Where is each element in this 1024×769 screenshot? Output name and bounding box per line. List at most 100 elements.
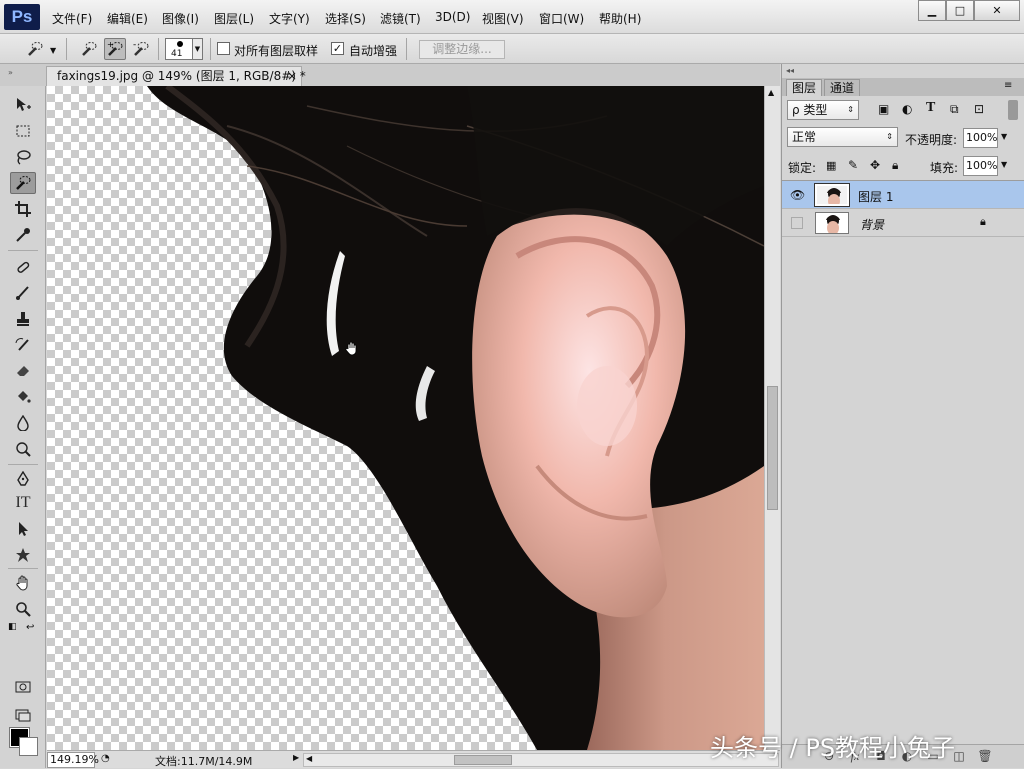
dodge-tool-icon[interactable] <box>10 438 36 460</box>
auto-enhance-checkbox[interactable]: ✓ <box>331 42 344 55</box>
trash-icon[interactable]: 🗑︎ <box>976 749 994 765</box>
layer-filter-select[interactable]: ρ 类型 ⇕ <box>787 100 859 120</box>
pen-tool-icon[interactable] <box>10 468 36 490</box>
minimize-button[interactable]: ▁ <box>918 0 946 21</box>
auto-enhance-label: 自动增强 <box>349 44 398 58</box>
clone-stamp-tool-icon[interactable] <box>10 308 36 330</box>
menu-edit[interactable]: 编辑(E) <box>107 10 148 27</box>
refine-edge-button[interactable]: 调整边缘... <box>419 40 505 59</box>
filter-type-icon[interactable]: T <box>926 100 935 116</box>
photo-layer-image <box>147 86 764 750</box>
menu-type[interactable]: 文字(Y) <box>269 10 310 27</box>
horizontal-scrollbar[interactable]: ◀ <box>303 753 779 767</box>
quick-select-preset-icon[interactable] <box>24 38 46 60</box>
opacity-dropdown-icon[interactable]: ▼ <box>1001 132 1007 141</box>
watermark-text: 头条号 / PS教程小兔子 <box>710 734 956 762</box>
collapse-panel-icon[interactable]: ◂◂ <box>786 66 794 75</box>
fill-dropdown-icon[interactable]: ▼ <box>1001 160 1007 169</box>
marquee-tool-icon[interactable] <box>10 120 36 142</box>
quick-selection-tool-icon[interactable] <box>10 172 36 194</box>
filter-image-icon[interactable]: ▣ <box>878 102 889 116</box>
menu-help[interactable]: 帮助(H) <box>599 10 641 27</box>
zoom-level-field[interactable]: 149.19% <box>47 752 99 768</box>
opacity-input[interactable]: 100% <box>963 128 998 148</box>
document-tab-title: faxings19.jpg @ 149% (图层 1, RGB/8#) * <box>57 69 306 83</box>
crop-tool-icon[interactable] <box>10 198 36 220</box>
document-canvas[interactable] <box>47 86 764 750</box>
chevron-down-icon[interactable]: ▼ <box>50 46 56 55</box>
menu-image[interactable]: 图像(I) <box>162 10 199 27</box>
menu-3d[interactable]: 3D(D) <box>435 10 470 24</box>
move-tool-icon[interactable] <box>10 94 36 116</box>
background-color-swatch[interactable] <box>19 737 38 756</box>
eye-icon[interactable]: 👁︎ <box>790 188 805 202</box>
panel-menu-icon[interactable]: ≡ <box>1004 80 1012 91</box>
add-to-selection-icon[interactable]: + <box>104 38 126 60</box>
menu-window[interactable]: 窗口(W) <box>539 10 584 27</box>
fill-input[interactable]: 100% <box>963 156 998 176</box>
close-button[interactable]: ✕ <box>974 0 1020 21</box>
layer-name: 图层 1 <box>858 190 894 204</box>
menu-layer[interactable]: 图层(L) <box>214 10 254 27</box>
svg-text:-: - <box>133 40 136 50</box>
menu-filter[interactable]: 滤镜(T) <box>380 10 421 27</box>
collapse-toolbox-icon[interactable]: » <box>8 68 13 77</box>
lock-pixels-icon[interactable]: ✎ <box>848 158 858 172</box>
document-tab-bar: » faxings19.jpg @ 149% (图层 1, RGB/8#) * … <box>0 64 780 86</box>
screen-mode-icon[interactable] <box>10 704 36 726</box>
eyedropper-tool-icon[interactable] <box>10 224 36 246</box>
vertical-scroll-thumb[interactable] <box>767 386 778 510</box>
zoom-tool-icon[interactable] <box>10 598 36 620</box>
lock-transparency-icon[interactable]: ▦ <box>826 159 836 172</box>
quick-mask-icon[interactable] <box>10 676 36 698</box>
status-menu-arrow-icon[interactable]: ▶ <box>293 753 299 762</box>
filter-toggle-switch[interactable] <box>1008 100 1018 120</box>
visibility-toggle-empty[interactable] <box>791 217 803 229</box>
filter-adjustment-icon[interactable]: ◐ <box>902 102 912 116</box>
layer-row[interactable]: 背景 🔒︎ <box>782 209 1024 237</box>
close-tab-icon[interactable]: × <box>287 67 297 86</box>
tab-layers[interactable]: 图层 <box>786 79 823 96</box>
divider <box>8 464 38 465</box>
maximize-button[interactable]: □ <box>946 0 974 21</box>
lock-position-icon[interactable]: ✥ <box>870 158 880 172</box>
chevron-updown-icon: ⇕ <box>847 105 854 114</box>
lock-all-icon[interactable]: 🔒︎ <box>892 158 898 173</box>
document-tab[interactable]: faxings19.jpg @ 149% (图层 1, RGB/8#) * × <box>46 66 306 86</box>
scroll-left-icon[interactable]: ◀ <box>306 754 312 763</box>
default-colors-icon[interactable]: ◧ <box>8 622 17 632</box>
brush-size-picker[interactable]: 41 <box>165 38 193 60</box>
path-selection-tool-icon[interactable] <box>10 518 36 540</box>
scroll-up-icon[interactable]: ▲ <box>768 88 774 97</box>
brush-tool-icon[interactable] <box>10 282 36 304</box>
swap-colors-icon[interactable]: ↩ <box>26 622 34 633</box>
layers-panel: ◂◂ 图层 通道 ≡ ρ 类型 ⇕ ▣ ◐ T ⧉ ⊡ 正常 ⇕ 不透明度: 1… <box>781 64 1024 768</box>
status-info-icon[interactable]: ◔ <box>101 753 110 764</box>
healing-brush-tool-icon[interactable] <box>10 256 36 278</box>
vertical-scrollbar[interactable]: ▲ <box>764 86 780 750</box>
menu-select[interactable]: 选择(S) <box>325 10 366 27</box>
divider <box>158 38 159 60</box>
layer-thumbnail <box>815 212 849 234</box>
new-selection-icon[interactable] <box>78 38 100 60</box>
document-size-info: 文档:11.7M/14.9M <box>155 755 253 768</box>
lasso-tool-icon[interactable] <box>10 146 36 168</box>
blur-tool-icon[interactable] <box>10 412 36 434</box>
custom-shape-tool-icon[interactable] <box>10 544 36 566</box>
history-brush-tool-icon[interactable] <box>10 334 36 356</box>
hand-tool-icon[interactable] <box>10 572 36 594</box>
horizontal-scroll-thumb[interactable] <box>454 755 512 765</box>
menu-view[interactable]: 视图(V) <box>482 10 524 27</box>
filter-shape-icon[interactable]: ⧉ <box>950 102 959 117</box>
menu-file[interactable]: 文件(F) <box>52 10 92 27</box>
eraser-tool-icon[interactable] <box>10 360 36 382</box>
paint-bucket-tool-icon[interactable] <box>10 386 36 408</box>
sample-all-layers-checkbox[interactable] <box>217 42 230 55</box>
filter-smart-object-icon[interactable]: ⊡ <box>974 102 984 116</box>
type-tool-icon[interactable]: ΙT <box>10 492 36 514</box>
subtract-from-selection-icon[interactable]: - <box>130 38 152 60</box>
tab-channels[interactable]: 通道 <box>824 79 861 96</box>
blend-mode-select[interactable]: 正常 ⇕ <box>787 127 898 147</box>
layer-row[interactable]: 👁︎ 图层 1 <box>782 181 1024 209</box>
brush-dropdown-chevron-icon[interactable]: ▼ <box>193 38 203 60</box>
